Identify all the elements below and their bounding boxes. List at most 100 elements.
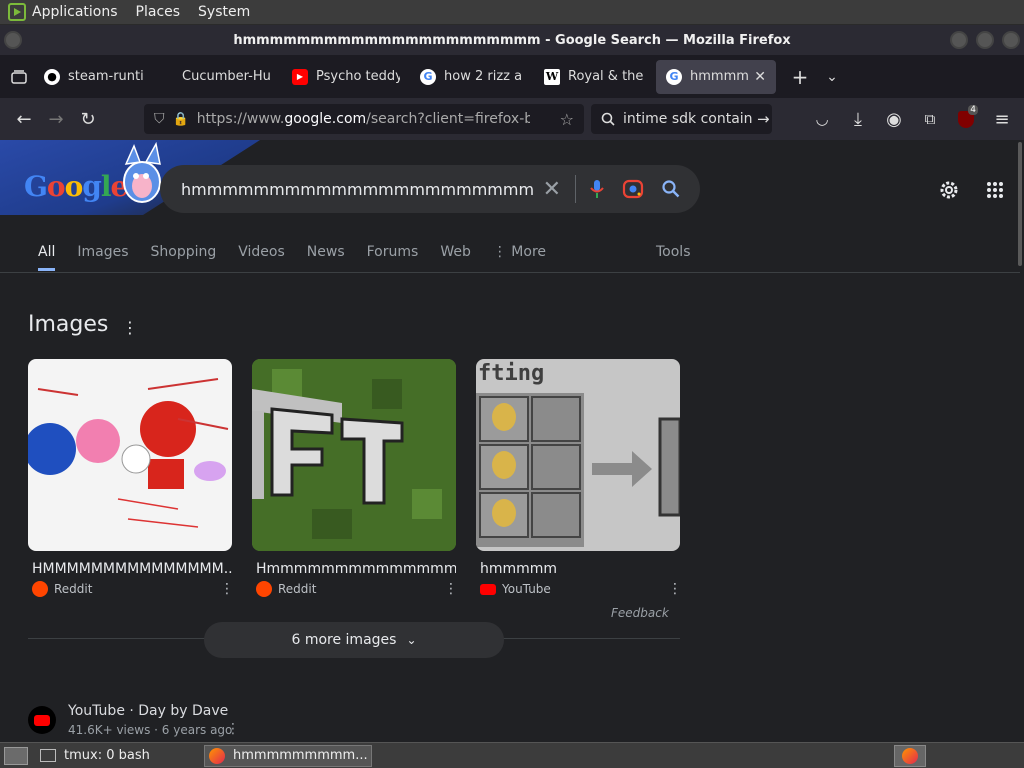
clear-search-icon[interactable]: ✕ [543, 177, 561, 202]
tab-active-google-search[interactable]: G hmmmm ✕ [656, 59, 776, 94]
hamburger-menu-icon[interactable]: ≡ [986, 103, 1018, 135]
menu-applications[interactable]: Applications [32, 4, 118, 20]
tabs-divider [0, 272, 1020, 273]
download-icon[interactable]: ⤓ [842, 103, 874, 135]
system-menu-bar: Applications Places System [0, 0, 1024, 25]
image-source[interactable]: Reddit ⋮ [28, 581, 234, 597]
back-arrow-icon[interactable]: ← [8, 103, 40, 135]
image-caption[interactable]: Hmmmmmmmmmmmmmm... [252, 561, 456, 577]
more-dots-icon: ⋮ [492, 244, 512, 260]
terminal-icon [40, 749, 56, 762]
image-result-3[interactable]: fting hmmmmm YouTube ⋮ [476, 359, 682, 597]
image-source-label: YouTube [502, 582, 551, 596]
extensions-icon[interactable]: ⧉ [914, 103, 946, 135]
image-options-icon[interactable]: ⋮ [668, 581, 682, 597]
search-type-tabs: All Images Shopping Videos News Forums W… [38, 244, 568, 271]
apps-grid-icon[interactable] [986, 181, 1004, 199]
tab-more[interactable]: ⋮ More [493, 244, 546, 260]
image-result-2[interactable]: Hmmmmmmmmmmmmmm... Reddit ⋮ [252, 359, 458, 597]
image-thumbnail[interactable] [252, 359, 456, 551]
new-tab-icon[interactable]: + [784, 61, 816, 93]
window-menu-button[interactable] [4, 31, 22, 49]
result-source[interactable]: YouTube · Day by Dave [68, 703, 228, 719]
tab-images[interactable]: Images [77, 244, 128, 260]
distro-logo-icon[interactable] [8, 3, 26, 21]
ublock-icon[interactable]: 4 [950, 103, 982, 135]
lock-icon[interactable]: 🔒 [173, 112, 189, 127]
search-field[interactable]: intime sdk containe → [591, 104, 772, 134]
google-search-query[interactable]: hmmmmmmmmmmmmmmmmmmmmmm [181, 180, 543, 199]
tab-label: steam-runtim [68, 69, 144, 84]
taskbar-firefox[interactable]: hmmmmmmmmm... [204, 744, 372, 767]
tab-psycho-teddy[interactable]: ▶ Psycho teddy [282, 60, 410, 94]
google-lens-icon[interactable] [622, 179, 644, 199]
show-desktop-icon[interactable] [4, 746, 28, 765]
images-heading: Images [28, 312, 109, 337]
tab-cucumber[interactable]: Cucumber-Humm [154, 60, 282, 94]
window-titlebar: hmmmmmmmmmmmmmmmmmmmmmm - Google Search … [0, 25, 1024, 55]
close-tab-icon[interactable]: ✕ [754, 69, 766, 85]
maximize-button[interactable] [976, 31, 994, 49]
tab-overview-icon[interactable] [4, 61, 34, 93]
chevron-down-icon: ⌄ [406, 633, 417, 647]
image-result-1[interactable]: HMMMMMMMMMMMMMMM... Reddit ⋮ [28, 359, 234, 597]
reddit-icon [256, 581, 272, 597]
feedback-link[interactable]: Feedback [611, 606, 669, 620]
go-arrow-icon[interactable]: → [757, 110, 770, 128]
image-options-icon[interactable]: ⋮ [220, 581, 234, 597]
tab-label: Royal & the Se [568, 69, 646, 84]
forward-arrow-icon[interactable]: → [40, 103, 72, 135]
url-bar[interactable]: ⛉ 🔒 https://www. google.com/search?client… [144, 104, 584, 134]
taskbar-terminal[interactable]: tmux: 0 bash [40, 748, 200, 763]
microphone-icon[interactable] [590, 179, 604, 199]
reload-icon[interactable]: ↻ [72, 103, 104, 135]
wikipedia-icon: W [544, 68, 560, 85]
google-icon: G [666, 68, 682, 85]
image-caption[interactable]: HMMMMMMMMMMMMMMM... [28, 561, 232, 577]
tab-news[interactable]: News [307, 244, 345, 260]
tab-more-label: More [511, 244, 547, 260]
tab-forums[interactable]: Forums [367, 244, 419, 260]
tab-how-2-rizz[interactable]: G how 2 rizz a g [410, 60, 534, 94]
ublock-badge: 4 [968, 105, 978, 115]
pocket-icon[interactable]: ◡ [806, 103, 838, 135]
image-thumbnail[interactable]: fting [476, 359, 680, 551]
firefox-icon [209, 747, 225, 764]
image-options-icon[interactable]: ⋮ [444, 581, 458, 597]
tab-videos[interactable]: Videos [238, 244, 285, 260]
taskbar: tmux: 0 bash hmmmmmmmmm... [0, 742, 1024, 768]
list-tabs-chevron-icon[interactable]: ⌄ [816, 61, 848, 93]
google-search-box[interactable]: hmmmmmmmmmmmmmmmmmmmmmm ✕ [160, 165, 700, 213]
image-source[interactable]: Reddit ⋮ [252, 581, 458, 597]
image-source[interactable]: YouTube ⋮ [476, 581, 682, 597]
bookmark-star-icon[interactable]: ☆ [560, 110, 574, 129]
taskbar-firefox-label: hmmmmmmmmm... [233, 748, 368, 763]
tab-all[interactable]: All [38, 244, 56, 271]
minimize-button[interactable] [950, 31, 968, 49]
tab-steam-runtime[interactable]: ● steam-runtim [34, 60, 154, 94]
image-caption[interactable]: hmmmmm [476, 561, 680, 577]
images-options-icon[interactable]: ⋮ [122, 318, 138, 337]
google-doodle-logo[interactable]: Google [24, 170, 128, 203]
settings-gear-icon[interactable] [938, 179, 960, 201]
youtube-result-icon[interactable] [28, 706, 56, 734]
tab-royal-wiki[interactable]: W Royal & the Se [534, 60, 656, 94]
more-images-label: 6 more images [291, 632, 397, 648]
menu-places[interactable]: Places [136, 4, 181, 20]
image-source-label: Reddit [278, 582, 317, 596]
tray-firefox-icon[interactable] [894, 745, 926, 767]
close-window-button[interactable] [1002, 31, 1020, 49]
tab-web[interactable]: Web [440, 244, 471, 260]
result-options-icon[interactable]: ⋮ [226, 721, 240, 737]
menu-system[interactable]: System [198, 4, 250, 20]
tab-shopping[interactable]: Shopping [151, 244, 217, 260]
youtube-icon [480, 583, 496, 595]
image-thumbnail[interactable] [28, 359, 232, 551]
scrollbar[interactable] [1018, 142, 1022, 266]
account-icon[interactable]: ◉ [878, 103, 910, 135]
more-images-button[interactable]: 6 more images ⌄ [204, 622, 504, 658]
google-icon: G [420, 68, 436, 85]
google-search-icon[interactable] [662, 180, 680, 198]
shield-icon[interactable]: ⛉ [154, 111, 165, 127]
tools-button[interactable]: Tools [656, 244, 691, 260]
